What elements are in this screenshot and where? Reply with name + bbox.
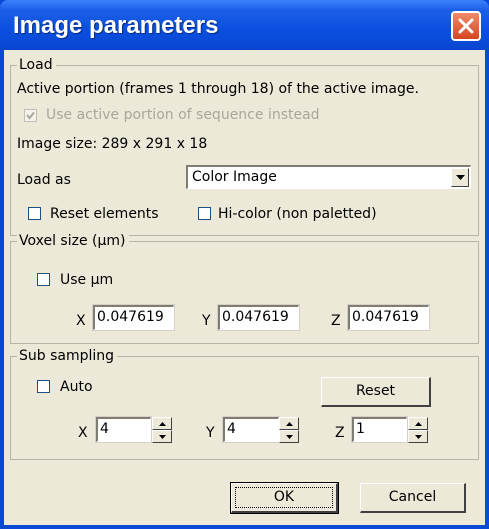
spin-down-button[interactable] xyxy=(279,430,299,443)
checkmark-icon xyxy=(26,111,35,120)
active-portion-info: Active portion (frames 1 through 18) of … xyxy=(17,81,419,97)
spin-up-button[interactable] xyxy=(152,417,172,430)
reset-button[interactable]: Reset xyxy=(321,377,431,407)
voxel-size-legend: Voxel size (µm) xyxy=(17,232,129,250)
reset-elements-checkbox[interactable] xyxy=(28,207,41,220)
sub-sampling-group: Sub sampling xyxy=(10,347,479,460)
subsample-x-value: 4 xyxy=(100,421,109,437)
voxel-y-value: 0.047619 xyxy=(222,309,289,325)
subsample-z-field[interactable]: 1 xyxy=(351,416,408,443)
voxel-y-field[interactable]: 0.047619 xyxy=(217,304,300,331)
hicolor-checkbox[interactable] xyxy=(198,207,211,220)
chevron-down-icon xyxy=(286,435,293,439)
subsample-x-spinner[interactable] xyxy=(152,417,172,443)
load-as-select[interactable]: Color Image xyxy=(186,165,471,189)
use-um-checkbox[interactable] xyxy=(37,273,50,286)
voxel-x-value: 0.047619 xyxy=(97,309,164,325)
spin-down-button[interactable] xyxy=(152,430,172,443)
voxel-x-field[interactable]: 0.047619 xyxy=(92,304,175,331)
subsample-z-value: 1 xyxy=(356,421,365,437)
use-um-label: Use µm xyxy=(60,272,114,288)
load-as-value: Color Image xyxy=(192,169,277,185)
subsample-y-spinner[interactable] xyxy=(279,417,299,443)
subsample-z-spinner[interactable] xyxy=(408,417,428,443)
subsample-x-label: X xyxy=(78,425,88,441)
subsample-x-field[interactable]: 4 xyxy=(95,416,152,443)
chevron-up-icon xyxy=(159,422,166,426)
voxel-x-label: X xyxy=(76,313,86,329)
auto-label: Auto xyxy=(60,379,93,395)
focus-indicator xyxy=(235,487,333,508)
subsample-y-field[interactable]: 4 xyxy=(222,416,280,443)
chevron-down-icon xyxy=(159,435,166,439)
chevron-down-icon xyxy=(456,175,465,180)
subsample-z-label: Z xyxy=(335,425,345,441)
sub-sampling-legend: Sub sampling xyxy=(17,347,118,365)
close-icon xyxy=(458,18,474,34)
dialog-window: Image parameters Load Active portion (fr… xyxy=(0,0,489,529)
auto-checkbox[interactable] xyxy=(37,380,50,393)
hicolor-label: Hi-color (non paletted) xyxy=(218,206,377,222)
spin-up-button[interactable] xyxy=(279,417,299,430)
subsample-y-label: Y xyxy=(206,425,215,441)
chevron-down-icon xyxy=(415,435,422,439)
ok-button[interactable]: OK xyxy=(230,482,339,514)
image-size-text: Image size: 289 x 291 x 18 xyxy=(17,136,208,152)
spin-down-button[interactable] xyxy=(408,430,428,443)
close-button[interactable] xyxy=(451,11,481,41)
load-as-label: Load as xyxy=(17,172,71,188)
voxel-z-value: 0.047619 xyxy=(352,309,419,325)
subsample-y-value: 4 xyxy=(227,421,236,437)
voxel-y-label: Y xyxy=(202,313,211,329)
use-active-portion-checkbox[interactable] xyxy=(24,109,37,122)
spin-up-button[interactable] xyxy=(408,417,428,430)
chevron-up-icon xyxy=(286,422,293,426)
window-title: Image parameters xyxy=(13,12,219,39)
title-bar[interactable]: Image parameters xyxy=(0,0,489,50)
voxel-z-field[interactable]: 0.047619 xyxy=(347,304,430,331)
dialog-body: Load Active portion (frames 1 through 18… xyxy=(4,50,485,525)
cancel-button[interactable]: Cancel xyxy=(360,483,466,513)
voxel-z-label: Z xyxy=(331,313,341,329)
use-active-portion-label: Use active portion of sequence instead xyxy=(46,107,320,123)
reset-elements-label: Reset elements xyxy=(50,206,159,222)
reset-button-label: Reset xyxy=(355,383,396,399)
load-legend: Load xyxy=(17,56,56,74)
cancel-button-label: Cancel xyxy=(388,489,437,505)
load-as-dropdown-button[interactable] xyxy=(451,168,469,187)
chevron-up-icon xyxy=(415,422,422,426)
